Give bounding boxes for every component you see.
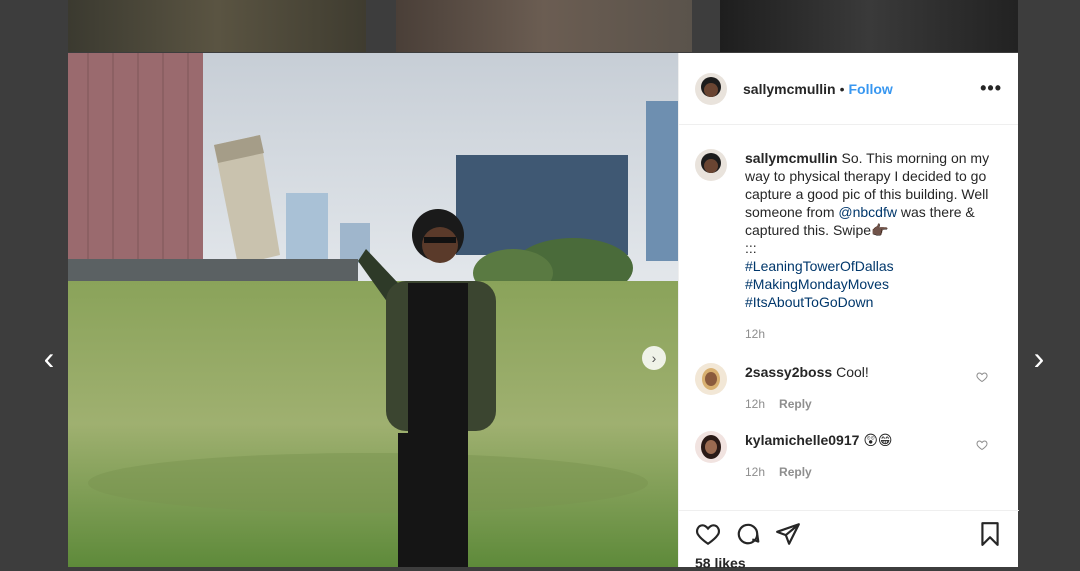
comment-text: Cool! bbox=[836, 364, 869, 380]
bookmark-icon[interactable] bbox=[977, 521, 1003, 547]
comment-body: kylamichelle0917 😲😁 12h Reply bbox=[745, 431, 975, 481]
post-caption: sallymcmullin So. This morning on my way… bbox=[679, 125, 1018, 343]
comment-body: 2sassy2boss Cool! 12h Reply bbox=[745, 363, 975, 413]
previous-posts-strip bbox=[68, 0, 1018, 52]
caption-timestamp[interactable]: 12h bbox=[745, 325, 995, 343]
caption-separator: ::: bbox=[745, 240, 757, 256]
comment-item: kylamichelle0917 😲😁 12h Reply bbox=[679, 431, 1018, 481]
post-actions-bar: 58 likes bbox=[679, 510, 1019, 571]
heart-icon[interactable] bbox=[976, 439, 988, 451]
avatar[interactable] bbox=[695, 363, 727, 395]
follow-button[interactable]: Follow bbox=[849, 81, 893, 97]
heart-icon[interactable] bbox=[976, 371, 988, 383]
separator-dot: • bbox=[839, 80, 845, 97]
previous-post-thumbnail[interactable] bbox=[366, 0, 396, 52]
comment-icon[interactable] bbox=[735, 521, 761, 547]
next-post-chevron-right-icon[interactable]: › bbox=[1024, 342, 1054, 374]
comment-username[interactable]: 2sassy2boss bbox=[745, 364, 832, 380]
comment-timestamp[interactable]: 12h bbox=[745, 397, 765, 411]
post-modal: › sallymcmullin • Follow ••• sallymcmull… bbox=[68, 53, 1019, 571]
caption-username[interactable]: sallymcmullin bbox=[745, 150, 838, 166]
like-heart-icon[interactable] bbox=[695, 521, 721, 547]
hashtag-link[interactable]: #ItsAboutToGoDown bbox=[745, 293, 995, 311]
comment-meta: 12h Reply bbox=[745, 463, 975, 481]
previous-post-thumbnail[interactable] bbox=[720, 0, 1018, 52]
reply-button[interactable]: Reply bbox=[779, 465, 812, 479]
caption-body: sallymcmullin So. This morning on my way… bbox=[745, 149, 995, 343]
share-icon[interactable] bbox=[775, 521, 801, 547]
post-author-username[interactable]: sallymcmullin bbox=[743, 81, 836, 97]
post-header: sallymcmullin • Follow ••• bbox=[679, 53, 1018, 125]
post-photo-image bbox=[68, 53, 678, 567]
post-photo[interactable]: › bbox=[68, 53, 678, 567]
hashtag-link[interactable]: #MakingMondayMoves bbox=[745, 275, 995, 293]
previous-post-chevron-left-icon[interactable]: ‹ bbox=[34, 342, 64, 374]
comment-item: 2sassy2boss Cool! 12h Reply bbox=[679, 363, 1018, 413]
mention-link[interactable]: @nbcdfw bbox=[838, 204, 897, 220]
photo-next-chevron-right-icon[interactable]: › bbox=[642, 346, 666, 370]
post-side-panel: sallymcmullin • Follow ••• sallymcmullin… bbox=[678, 53, 1019, 571]
likes-count[interactable]: 58 likes bbox=[695, 555, 746, 571]
comment-timestamp[interactable]: 12h bbox=[745, 465, 765, 479]
previous-post-thumbnail[interactable] bbox=[68, 0, 366, 52]
avatar[interactable] bbox=[695, 149, 727, 181]
comment-meta: 12h Reply bbox=[745, 395, 975, 413]
avatar[interactable] bbox=[695, 72, 727, 105]
comment-text: 😲😁 bbox=[863, 432, 893, 448]
avatar[interactable] bbox=[695, 431, 727, 463]
previous-post-thumbnail[interactable] bbox=[692, 0, 720, 52]
previous-post-thumbnail[interactable] bbox=[396, 0, 692, 52]
hashtag-link[interactable]: #LeaningTowerOfDallas bbox=[745, 257, 995, 275]
more-options-icon[interactable]: ••• bbox=[980, 78, 1002, 99]
reply-button[interactable]: Reply bbox=[779, 397, 812, 411]
comment-username[interactable]: kylamichelle0917 bbox=[745, 432, 859, 448]
